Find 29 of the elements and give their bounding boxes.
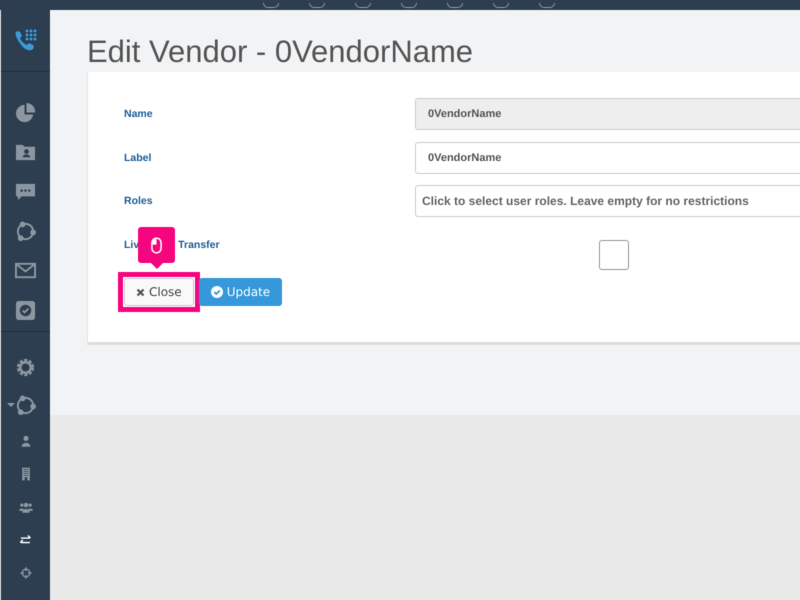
- toolbar-icon[interactable]: [539, 3, 555, 8]
- toolbar-icon[interactable]: [355, 3, 371, 8]
- page-title: Edit Vendor - 0VendorName: [87, 33, 474, 71]
- phone-keypad-logo[interactable]: [12, 28, 38, 54]
- checkbox[interactable]: [599, 240, 629, 270]
- caret-icon: [7, 403, 15, 407]
- nodes-icon: [15, 221, 36, 242]
- person-icon: [18, 434, 32, 448]
- field-label: Name: [124, 108, 153, 120]
- check-square-icon: [15, 300, 36, 321]
- mouse-icon: [151, 236, 162, 254]
- toolbar-icon[interactable]: [401, 3, 417, 8]
- roles-select-field[interactable]: Click to select user roles. Leave empty for no restrictions: [415, 185, 800, 217]
- close-button[interactable]: Close: [124, 278, 194, 306]
- settings-icon: [15, 356, 36, 378]
- close-icon: [136, 288, 145, 296]
- field-label: Liv: [124, 238, 140, 250]
- field-label: Label: [124, 152, 152, 164]
- field-label: Transfer: [178, 238, 220, 250]
- nodes-icon: [15, 394, 36, 416]
- toolbar-icon[interactable]: [493, 3, 509, 8]
- check-circle-icon: [210, 286, 223, 298]
- field-label: Roles: [124, 195, 153, 207]
- toolbar-icon[interactable]: [447, 3, 463, 8]
- toolbar-icon[interactable]: [309, 3, 325, 8]
- input-field[interactable]: 0VendorName: [415, 142, 800, 174]
- toolbar-icon[interactable]: [263, 3, 279, 8]
- crosshair-icon: [18, 566, 32, 580]
- pie-chart-icon: [15, 103, 36, 124]
